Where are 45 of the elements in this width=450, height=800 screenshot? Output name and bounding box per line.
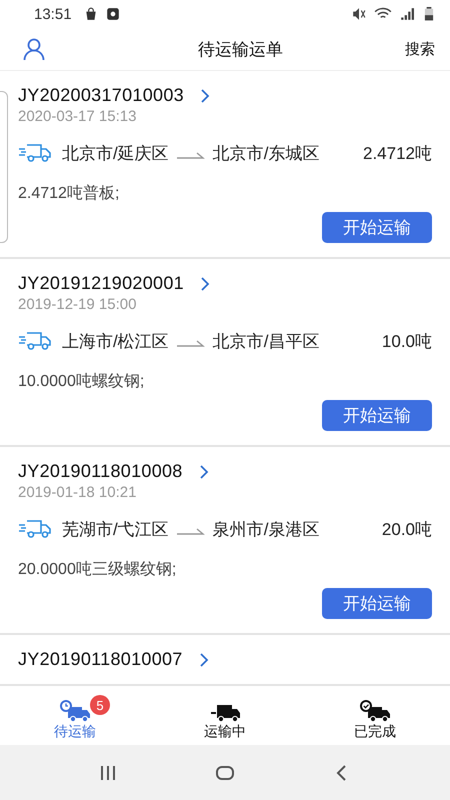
cargo-weight: 10.0吨: [382, 331, 432, 353]
truck-icon: [18, 329, 52, 351]
user-icon[interactable]: [22, 37, 46, 61]
cargo-description: 2.4712吨普板;: [18, 183, 120, 204]
start-transport-button[interactable]: 开始运输: [322, 400, 432, 431]
cargo-weight: 20.0吨: [382, 519, 432, 541]
destination-city: 泉州市/泉港区: [212, 519, 320, 541]
start-transport-button[interactable]: 开始运输: [322, 212, 432, 243]
chevron-right-icon[interactable]: [198, 464, 209, 480]
chevron-right-icon[interactable]: [198, 652, 209, 668]
tab-item[interactable]: 已完成: [300, 695, 450, 745]
order-date: 2020-03-17 15:13: [18, 108, 138, 125]
truck-icon: [18, 141, 52, 163]
order-date: 2019-12-19 15:00: [18, 296, 138, 313]
status-time: 13:51: [34, 6, 72, 22]
wifi-icon: [374, 7, 392, 21]
cargo-description: 10.0000吨螺纹钢;: [18, 372, 146, 392]
chevron-right-icon[interactable]: [200, 88, 210, 104]
tab-item[interactable]: 5 待运输: [0, 695, 150, 745]
origin-city: 北京市/延庆区: [62, 143, 169, 165]
destination-city: 北京市/东城区: [212, 143, 320, 165]
order-number: JY20190118010008: [18, 461, 183, 482]
destination-city: 北京市/昌平区: [212, 331, 320, 353]
cargo-weight: 2.4712吨: [363, 143, 432, 165]
count-badge: 5: [90, 695, 110, 715]
truck-icon: [18, 517, 52, 539]
clock-truck-icon: [58, 698, 92, 723]
order-number: JY20190118010007: [18, 649, 183, 670]
search-link[interactable]: 搜索: [405, 40, 435, 58]
signal-icon: [400, 7, 414, 21]
chevron-right-icon[interactable]: [200, 276, 210, 292]
app-notification-icon: [106, 7, 120, 21]
page-title: 待运输运单: [198, 38, 283, 60]
origin-city: 芜湖市/弋江区: [62, 519, 169, 541]
order-number: JY20200317010003: [18, 85, 184, 106]
cargo-description: 20.0000吨三级螺纹钢;: [18, 560, 178, 580]
order-date: 2019-01-18 10:21: [18, 484, 138, 501]
battery-icon: [422, 7, 436, 21]
start-transport-button[interactable]: 开始运输: [322, 588, 432, 619]
tab-item[interactable]: 运输中: [150, 695, 300, 745]
check-truck-icon: [358, 698, 392, 723]
shopping-bag-icon: [84, 7, 98, 21]
mute-icon: [352, 7, 366, 21]
origin-city: 上海市/松江区: [62, 331, 169, 353]
order-number: JY20191219020001: [18, 273, 184, 294]
